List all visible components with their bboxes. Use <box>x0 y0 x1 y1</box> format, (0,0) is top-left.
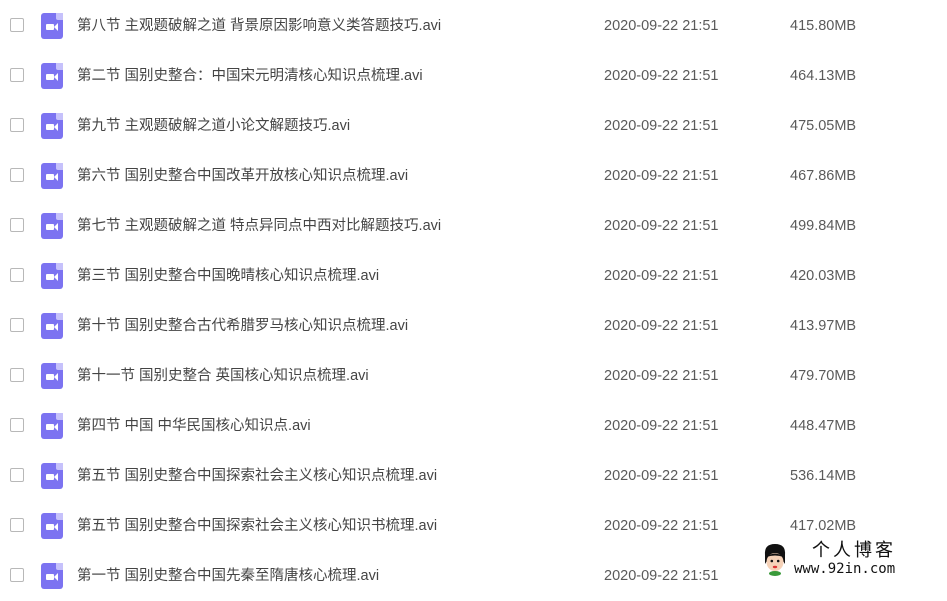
row-checkbox[interactable] <box>10 18 24 32</box>
file-modified-date: 2020-09-22 21:51 <box>604 18 719 34</box>
file-modified-date: 2020-09-22 21:51 <box>604 218 719 234</box>
file-modified-date: 2020-09-22 21:51 <box>604 118 719 134</box>
cartoon-avatar-icon <box>764 544 786 576</box>
file-size: 467.86MB <box>790 168 857 184</box>
row-checkbox[interactable] <box>10 168 24 182</box>
file-modified-date: 2020-09-22 21:51 <box>604 68 719 84</box>
file-name[interactable]: 第三节 国别史整合中国晚晴核心知识点梳理.avi <box>77 266 379 286</box>
blog-watermark: 个人博客 www.92in.com <box>754 540 947 580</box>
file-size: 499.84MB <box>790 218 857 234</box>
file-row[interactable]: 第八节 主观题破解之道 背景原因影响意义类答题技巧.avi 2020-09-22… <box>0 1 947 51</box>
video-file-icon <box>41 63 63 89</box>
row-checkbox[interactable] <box>10 518 24 532</box>
file-name[interactable]: 第一节 国别史整合中国先秦至隋唐核心梳理.avi <box>77 566 379 586</box>
file-name[interactable]: 第四节 中国 中华民国核心知识点.avi <box>77 416 311 436</box>
file-modified-date: 2020-09-22 21:51 <box>604 368 719 384</box>
file-name[interactable]: 第九节 主观题破解之道小论文解题技巧.avi <box>77 116 350 136</box>
file-size: 536.14MB <box>790 468 857 484</box>
file-size: 413.97MB <box>790 318 857 334</box>
video-file-icon <box>41 363 63 389</box>
row-checkbox[interactable] <box>10 68 24 82</box>
file-name[interactable]: 第八节 主观题破解之道 背景原因影响意义类答题技巧.avi <box>77 16 441 36</box>
video-file-icon <box>41 113 63 139</box>
watermark-url: www.92in.com <box>794 561 896 577</box>
file-row[interactable]: 第十节 国别史整合古代希腊罗马核心知识点梳理.avi 2020-09-22 21… <box>0 301 947 351</box>
file-size: 417.02MB <box>790 518 857 534</box>
file-row[interactable]: 第十一节 国别史整合 英国核心知识点梳理.avi 2020-09-22 21:5… <box>0 351 947 401</box>
file-row[interactable]: 第二节 国别史整合：中国宋元明清核心知识点梳理.avi 2020-09-22 2… <box>0 51 947 101</box>
file-modified-date: 2020-09-22 21:51 <box>604 268 719 284</box>
file-name[interactable]: 第十一节 国别史整合 英国核心知识点梳理.avi <box>77 366 369 386</box>
video-file-icon <box>41 513 63 539</box>
video-file-icon <box>41 263 63 289</box>
file-row[interactable]: 第六节 国别史整合中国改革开放核心知识点梳理.avi 2020-09-22 21… <box>0 151 947 201</box>
video-file-icon <box>41 563 63 589</box>
file-row[interactable]: 第四节 中国 中华民国核心知识点.avi 2020-09-22 21:51 44… <box>0 401 947 451</box>
video-file-icon <box>41 463 63 489</box>
file-name[interactable]: 第二节 国别史整合：中国宋元明清核心知识点梳理.avi <box>77 66 423 86</box>
file-row[interactable]: 第九节 主观题破解之道小论文解题技巧.avi 2020-09-22 21:51 … <box>0 101 947 151</box>
row-checkbox[interactable] <box>10 418 24 432</box>
video-file-icon <box>41 13 63 39</box>
file-size: 420.03MB <box>790 268 857 284</box>
file-modified-date: 2020-09-22 21:51 <box>604 418 719 434</box>
file-modified-date: 2020-09-22 21:51 <box>604 168 719 184</box>
file-size: 464.13MB <box>790 68 857 84</box>
row-checkbox[interactable] <box>10 368 24 382</box>
file-name[interactable]: 第七节 主观题破解之道 特点异同点中西对比解题技巧.avi <box>77 216 441 236</box>
file-size: 415.80MB <box>790 18 857 34</box>
file-name[interactable]: 第六节 国别史整合中国改革开放核心知识点梳理.avi <box>77 166 408 186</box>
file-row[interactable]: 第三节 国别史整合中国晚晴核心知识点梳理.avi 2020-09-22 21:5… <box>0 251 947 301</box>
video-file-icon <box>41 413 63 439</box>
video-file-icon <box>41 313 63 339</box>
row-checkbox[interactable] <box>10 468 24 482</box>
row-checkbox[interactable] <box>10 218 24 232</box>
row-checkbox[interactable] <box>10 318 24 332</box>
file-modified-date: 2020-09-22 21:51 <box>604 468 719 484</box>
row-checkbox[interactable] <box>10 268 24 282</box>
file-row[interactable]: 第五节 国别史整合中国探索社会主义核心知识点梳理.avi 2020-09-22 … <box>0 451 947 501</box>
file-modified-date: 2020-09-22 21:51 <box>604 318 719 334</box>
video-file-icon <box>41 163 63 189</box>
file-size: 475.05MB <box>790 118 857 134</box>
file-modified-date: 2020-09-22 21:51 <box>604 518 719 534</box>
video-file-icon <box>41 213 63 239</box>
file-name[interactable]: 第五节 国别史整合中国探索社会主义核心知识点梳理.avi <box>77 466 437 486</box>
file-size: 448.47MB <box>790 418 857 434</box>
file-size: 479.70MB <box>790 368 857 384</box>
file-modified-date: 2020-09-22 21:51 <box>604 568 719 584</box>
file-name[interactable]: 第五节 国别史整合中国探索社会主义核心知识书梳理.avi <box>77 516 437 536</box>
file-row[interactable]: 第七节 主观题破解之道 特点异同点中西对比解题技巧.avi 2020-09-22… <box>0 201 947 251</box>
watermark-title: 个人博客 <box>812 540 896 561</box>
file-name[interactable]: 第十节 国别史整合古代希腊罗马核心知识点梳理.avi <box>77 316 408 336</box>
row-checkbox[interactable] <box>10 118 24 132</box>
